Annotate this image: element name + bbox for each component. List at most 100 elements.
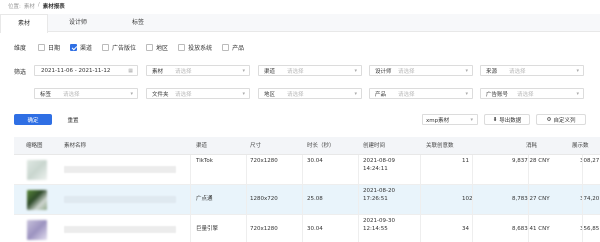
cell-duration: 30.04: [307, 158, 323, 164]
col-thumbnail[interactable]: 缩略图: [26, 137, 43, 155]
chevron-down-icon: ▾: [354, 68, 357, 74]
filter-region-select[interactable]: 地区 请选择 ▾: [258, 88, 362, 99]
column-divider: [420, 155, 421, 242]
date-range-picker[interactable]: 2021-11-06 - 2021-11-12 ▦: [34, 65, 138, 76]
column-divider: [302, 155, 303, 242]
filter-source-select[interactable]: 来源 请选择 ▾: [480, 65, 584, 76]
table-row[interactable]: TikTok 720x1280 30.04 2021-08-09 14:24:1…: [14, 155, 600, 185]
col-cost[interactable]: 消耗: [526, 137, 537, 155]
thumbnail-image[interactable]: [27, 190, 47, 210]
tab-tags[interactable]: 标签: [108, 14, 168, 32]
tab-material[interactable]: 素材: [0, 14, 48, 33]
checkbox-box[interactable]: [146, 44, 154, 51]
dimension-region-checkbox[interactable]: 地区: [146, 43, 168, 52]
cell-creatives[interactable]: 11: [462, 158, 469, 165]
field-placeholder: 请选择: [398, 68, 415, 75]
table-row[interactable]: 广点通 1280x720 25.08 2021-08-20 17:26:51 1…: [14, 185, 600, 215]
project-select[interactable]: xmp素材 ▾: [422, 114, 478, 125]
cell-channel: 巨量引擎: [196, 226, 219, 232]
cell-created-time: 14:24:11: [363, 166, 388, 172]
field-placeholder: 请选择: [63, 91, 80, 98]
filter-material-select[interactable]: 素材 请选择 ▾: [146, 65, 250, 76]
download-icon: ⬇: [492, 116, 498, 123]
checkbox-box[interactable]: [222, 44, 230, 51]
breadcrumb-current: 素材报表: [42, 4, 65, 10]
chevron-down-icon: ▾: [465, 91, 468, 97]
filter-designer-select[interactable]: 设计师 请选择 ▾: [369, 65, 473, 76]
filter-channel-select[interactable]: 渠道 请选择 ▾: [258, 65, 362, 76]
material-name-blurred: [64, 196, 176, 203]
dimension-product-checkbox[interactable]: 产品: [222, 43, 244, 52]
cell-created-date: 2021-08-09: [363, 158, 395, 164]
reset-button[interactable]: 重置: [58, 114, 88, 125]
cell-created-time: 17:26:51: [363, 196, 388, 202]
field-placeholder: 请选择: [398, 91, 415, 98]
checkbox-label: 地区: [156, 45, 169, 52]
checkbox-box-checked[interactable]: [70, 44, 78, 51]
dimension-date-checkbox[interactable]: 日期: [38, 43, 60, 52]
checkbox-box[interactable]: [178, 44, 186, 51]
col-created-time[interactable]: 创建时间: [363, 137, 385, 155]
export-button[interactable]: ⬇ 导出数据: [484, 114, 530, 125]
field-placeholder: 请选择: [175, 68, 192, 75]
confirm-button[interactable]: 确定: [14, 114, 52, 125]
col-duration[interactable]: 时长（秒）: [307, 137, 335, 155]
thumbnail-image[interactable]: [27, 220, 47, 240]
col-channel[interactable]: 渠道: [196, 137, 207, 155]
filter-folder-select[interactable]: 文件夹 请选择 ▾: [146, 88, 250, 99]
cell-created-time: 12:14:55: [363, 226, 388, 232]
breadcrumb-prefix: 位置:: [8, 4, 21, 10]
checkbox-box[interactable]: [102, 44, 110, 51]
chevron-down-icon: ▾: [465, 68, 468, 74]
field-name: 渠道: [264, 68, 276, 75]
chevron-down-icon: ▾: [242, 68, 245, 74]
filter-product-select[interactable]: 产品 请选择 ▾: [369, 88, 473, 99]
col-creatives[interactable]: 关联创意数: [426, 137, 454, 155]
table-row[interactable]: 巨量引擎 720x1280 30.04 2021-09-30 12:14:55 …: [14, 215, 600, 242]
filter-tag-select[interactable]: 标签 请选择 ▾: [34, 88, 138, 99]
column-divider: [358, 155, 359, 242]
col-material-name[interactable]: 素材名称: [64, 137, 86, 155]
gear-icon: ⚙: [546, 116, 552, 123]
cell-cost: 8,683.41 CNY: [512, 226, 550, 232]
column-divider: [472, 155, 473, 242]
date-range-value: 2021-11-06 - 2021-11-12: [41, 67, 111, 74]
field-placeholder: 请选择: [287, 68, 304, 75]
material-name-blurred: [64, 166, 176, 173]
breadcrumb-parent[interactable]: 素材: [24, 2, 35, 10]
column-divider: [582, 155, 583, 242]
checkbox-label: 渠道: [80, 45, 93, 52]
field-name: 素材: [152, 68, 164, 75]
checkbox-label: 日期: [48, 45, 61, 52]
field-name: 地区: [264, 91, 276, 98]
filter-ad-account-select[interactable]: 广告账号 请选择 ▾: [480, 88, 584, 99]
checkbox-box[interactable]: [38, 44, 45, 51]
cell-created-date: 2021-08-20: [363, 188, 395, 194]
material-name-blurred: [64, 226, 176, 233]
checkbox-label: 广告版位: [112, 45, 137, 52]
custom-columns-label: 自定义列: [553, 117, 576, 124]
cell-creatives[interactable]: 102: [462, 196, 473, 203]
dimension-channel-checkbox[interactable]: 渠道: [70, 43, 92, 52]
field-name: 广告账号: [486, 91, 509, 98]
field-placeholder: 请选择: [287, 91, 304, 98]
column-divider: [246, 155, 247, 242]
dimension-os-checkbox[interactable]: 投放系统: [178, 43, 212, 52]
dimension-label: 维度: [14, 45, 27, 52]
dimension-placement-checkbox[interactable]: 广告版位: [102, 43, 136, 52]
export-label: 导出数据: [499, 117, 522, 124]
calendar-icon: ▦: [128, 68, 133, 74]
col-impressions[interactable]: 展示数: [572, 137, 589, 155]
cell-creatives[interactable]: 34: [462, 226, 469, 233]
tab-designer[interactable]: 设计师: [48, 14, 108, 32]
cell-cost: 9,837.28 CNY: [512, 158, 550, 164]
custom-columns-button[interactable]: ⚙ 自定义列: [536, 114, 586, 125]
cell-channel: TikTok: [196, 158, 213, 164]
field-name: 设计师: [375, 68, 392, 75]
cell-created-date: 2021-09-30: [363, 218, 395, 224]
cell-channel: 广点通: [196, 196, 213, 202]
cell-size: 1280x720: [250, 196, 278, 202]
chevron-down-icon: ▾: [470, 117, 473, 123]
thumbnail-image[interactable]: [27, 160, 47, 180]
col-size[interactable]: 尺寸: [250, 137, 261, 155]
